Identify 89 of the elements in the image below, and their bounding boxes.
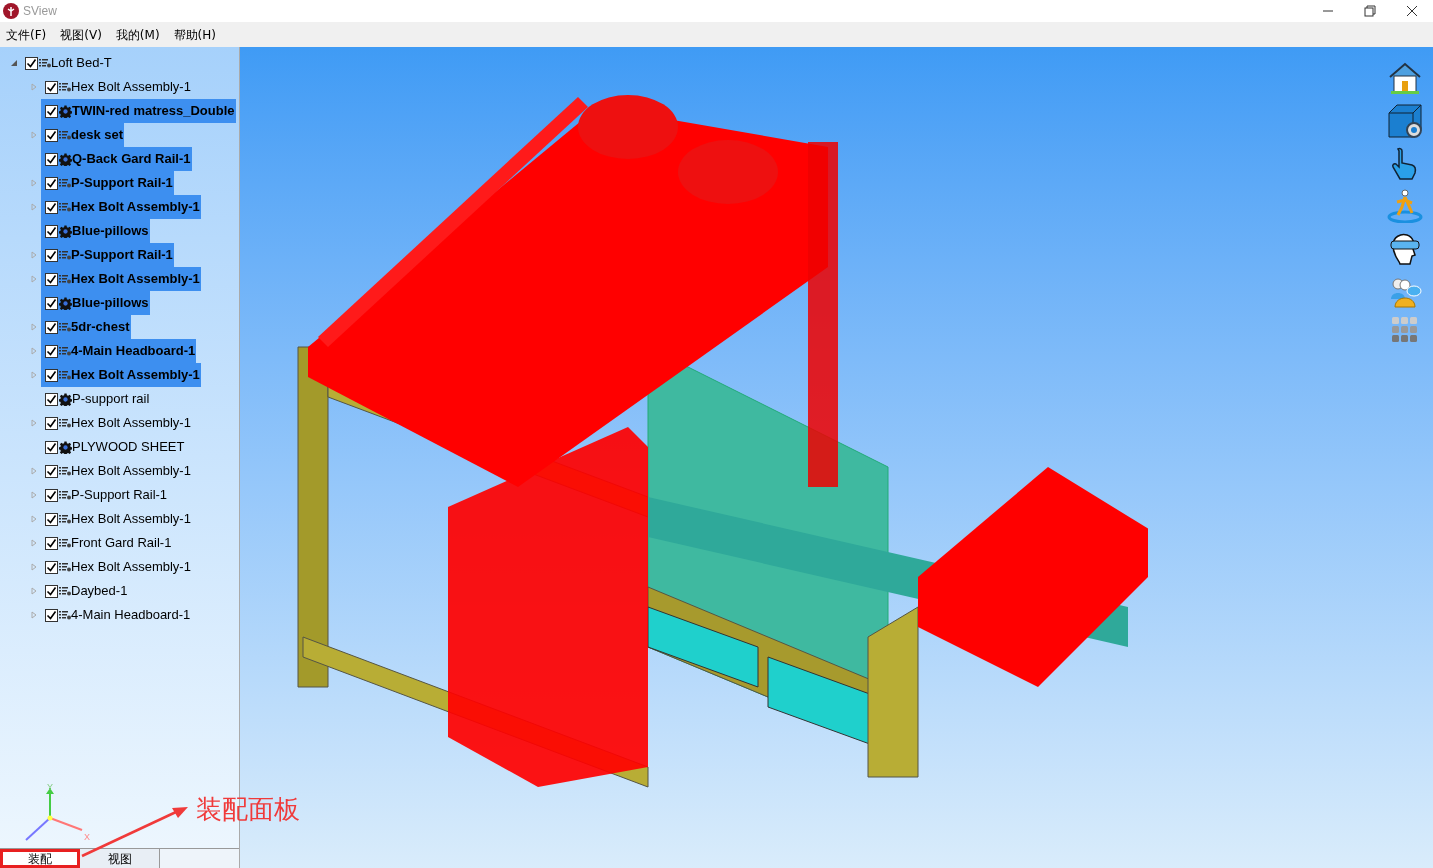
grid-icon[interactable]	[1392, 317, 1418, 343]
home-icon[interactable]	[1387, 61, 1423, 95]
checkbox[interactable]	[45, 200, 58, 214]
tree-item[interactable]: Hex Bolt Assembly-1	[41, 267, 201, 291]
gear-icon	[59, 392, 72, 406]
assembly-icon	[59, 274, 71, 284]
panel-tab[interactable]: 装配	[0, 849, 80, 868]
tree-item[interactable]: Hex Bolt Assembly-1	[41, 411, 192, 435]
gear-icon	[59, 104, 72, 118]
checkbox[interactable]	[45, 392, 58, 406]
checkbox[interactable]	[45, 344, 58, 358]
axis-triad-drawing: Y X	[12, 784, 92, 848]
vr-headset-icon[interactable]	[1387, 231, 1423, 267]
gear-icon	[59, 440, 72, 454]
gear-icon	[59, 224, 72, 238]
assembly-icon	[59, 466, 71, 476]
checkbox[interactable]	[45, 176, 58, 190]
menu-item[interactable]: 文件(F)	[6, 25, 47, 44]
assembly-icon	[59, 130, 71, 140]
tree-item[interactable]: P-Support Rail-1	[41, 483, 169, 507]
tree-item[interactable]: Blue-pillows	[41, 291, 150, 315]
tree-item[interactable]: Hex Bolt Assembly-1	[41, 75, 192, 99]
restore-icon[interactable]	[1364, 5, 1376, 17]
checkbox[interactable]	[45, 488, 58, 502]
assembly-icon	[59, 514, 71, 524]
checkbox[interactable]	[45, 464, 58, 478]
assembly-icon	[59, 418, 71, 428]
tree-item[interactable]: TWIN-red matress_Double	[41, 99, 236, 123]
tree-item[interactable]: 5dr-chest	[41, 315, 131, 339]
tree-item[interactable]: Hex Bolt Assembly-1	[41, 555, 192, 579]
gear-icon	[59, 152, 72, 166]
menu-item[interactable]: 我的(M)	[115, 25, 160, 44]
tree-item[interactable]: 4-Main Headboard-1	[41, 603, 192, 627]
app-logo-icon	[3, 3, 19, 19]
tree-item[interactable]: P-support rail	[41, 387, 151, 411]
tree-item[interactable]: desk set	[41, 123, 125, 147]
expanded-triangle-icon[interactable]	[10, 59, 18, 67]
checkbox[interactable]	[45, 128, 58, 142]
tree-item[interactable]: Hex Bolt Assembly-1	[41, 459, 192, 483]
menu-item[interactable]: 视图(V)	[60, 25, 102, 44]
checkbox[interactable]	[45, 248, 58, 262]
cube-gear-icon[interactable]	[1387, 103, 1423, 139]
close-icon[interactable]	[1406, 5, 1418, 17]
tree-item[interactable]: Q-Back Gard Rail-1	[41, 147, 192, 171]
checkbox[interactable]	[45, 608, 58, 622]
checkbox[interactable]	[45, 560, 58, 574]
checkbox[interactable]	[45, 80, 58, 94]
assembly-icon	[59, 610, 71, 620]
checkbox[interactable]	[45, 536, 58, 550]
assembly-icon	[59, 322, 71, 332]
checkbox[interactable]	[45, 224, 58, 238]
assembly-icon	[59, 586, 71, 596]
assembly-icon	[59, 250, 71, 260]
tree-item[interactable]: Hex Bolt Assembly-1	[41, 507, 192, 531]
tree-item[interactable]: P-Support Rail-1	[41, 243, 174, 267]
tree-item[interactable]: PLYWOOD SHEET	[41, 435, 186, 459]
tree-item[interactable]: Loft Bed-T	[21, 51, 113, 75]
gear-icon	[59, 296, 72, 310]
checkbox[interactable]	[45, 152, 58, 166]
annotation-text: 装配面板	[196, 793, 300, 826]
checkbox[interactable]	[45, 104, 58, 118]
assembly-icon	[59, 346, 71, 356]
checkbox[interactable]	[45, 416, 58, 430]
assembly-icon	[59, 538, 71, 548]
tree-item[interactable]: Daybed-1	[41, 579, 129, 603]
tree-item[interactable]: Front Gard Rail-1	[41, 531, 173, 555]
assembly-icon	[59, 370, 71, 380]
checkbox[interactable]	[45, 296, 58, 310]
assembly-icon	[59, 202, 71, 212]
window-title: SView	[23, 3, 57, 20]
checkbox[interactable]	[25, 56, 38, 70]
assembly-icon	[59, 82, 71, 92]
assembly-icon	[59, 490, 71, 500]
checkbox[interactable]	[45, 440, 58, 454]
checkbox[interactable]	[45, 584, 58, 598]
checkbox[interactable]	[45, 512, 58, 526]
tree-item[interactable]: P-Support Rail-1	[41, 171, 174, 195]
assembly-icon	[59, 562, 71, 572]
checkbox[interactable]	[45, 320, 58, 334]
panel-tab[interactable]: 视图	[80, 849, 160, 868]
menu-item[interactable]: 帮助(H)	[173, 25, 216, 44]
tree-item[interactable]: 4-Main Headboard-1	[41, 339, 197, 363]
checkbox[interactable]	[45, 368, 58, 382]
assembly-icon	[39, 58, 51, 68]
assembly-icon	[59, 178, 71, 188]
tree-item[interactable]: Hex Bolt Assembly-1	[41, 363, 201, 387]
tree-item[interactable]: Hex Bolt Assembly-1	[41, 195, 201, 219]
tree-item[interactable]: Blue-pillows	[41, 219, 150, 243]
checkbox[interactable]	[45, 272, 58, 286]
